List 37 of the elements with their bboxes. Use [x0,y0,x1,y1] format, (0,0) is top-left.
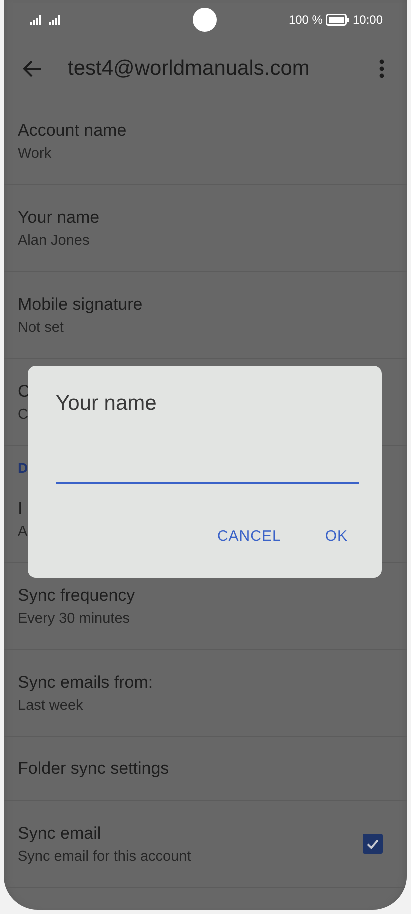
setting-title: Sync frequency [18,586,136,606]
checkmark-icon [366,838,380,850]
setting-title: I [18,498,23,518]
cancel-button[interactable]: CANCEL [205,522,294,551]
checkbox[interactable] [363,834,383,854]
setting-value: Work [18,146,52,162]
setting-title: Account name [18,120,127,140]
clock-time: 10:00 [352,13,383,27]
setting-description: Sync email for this account [18,848,192,864]
setting-title: Sync email [18,824,102,844]
signal-icon [49,15,63,25]
settings-item[interactable]: Sync email Sync email for this account [4,801,407,888]
setting-value: A [18,524,28,540]
setting-title: Folder sync settings [18,758,170,778]
setting-value: Alan Jones [18,232,90,248]
camera-cutout [193,8,217,32]
setting-value: C [18,406,28,422]
settings-item[interactable]: Mobile signature Not set [4,272,407,359]
settings-item[interactable]: Sync emails from: Last week [4,650,407,737]
back-arrow-icon[interactable] [22,60,42,78]
setting-title: Sync emails from: [18,672,154,692]
signal-icon [30,15,44,25]
battery-percentage: 100 % [288,13,323,27]
more-options-icon[interactable] [379,59,385,79]
setting-title: Your name [18,208,100,228]
setting-title: Mobile signature [18,294,143,314]
setting-value: Not set [18,320,64,336]
account-title: test4@worldmanuals.com [68,57,311,81]
settings-item[interactable]: Folder sync settings [4,737,407,801]
section-header: D [17,459,30,476]
settings-item[interactable]: Account name Work [4,98,407,185]
ok-button[interactable]: OK [313,522,360,551]
dialog-title: Your name [56,392,157,416]
battery-icon [326,14,350,26]
setting-value: Every 30 minutes [18,610,130,626]
setting-value: Last week [18,698,84,714]
settings-item[interactable]: Your name Alan Jones [4,185,407,272]
